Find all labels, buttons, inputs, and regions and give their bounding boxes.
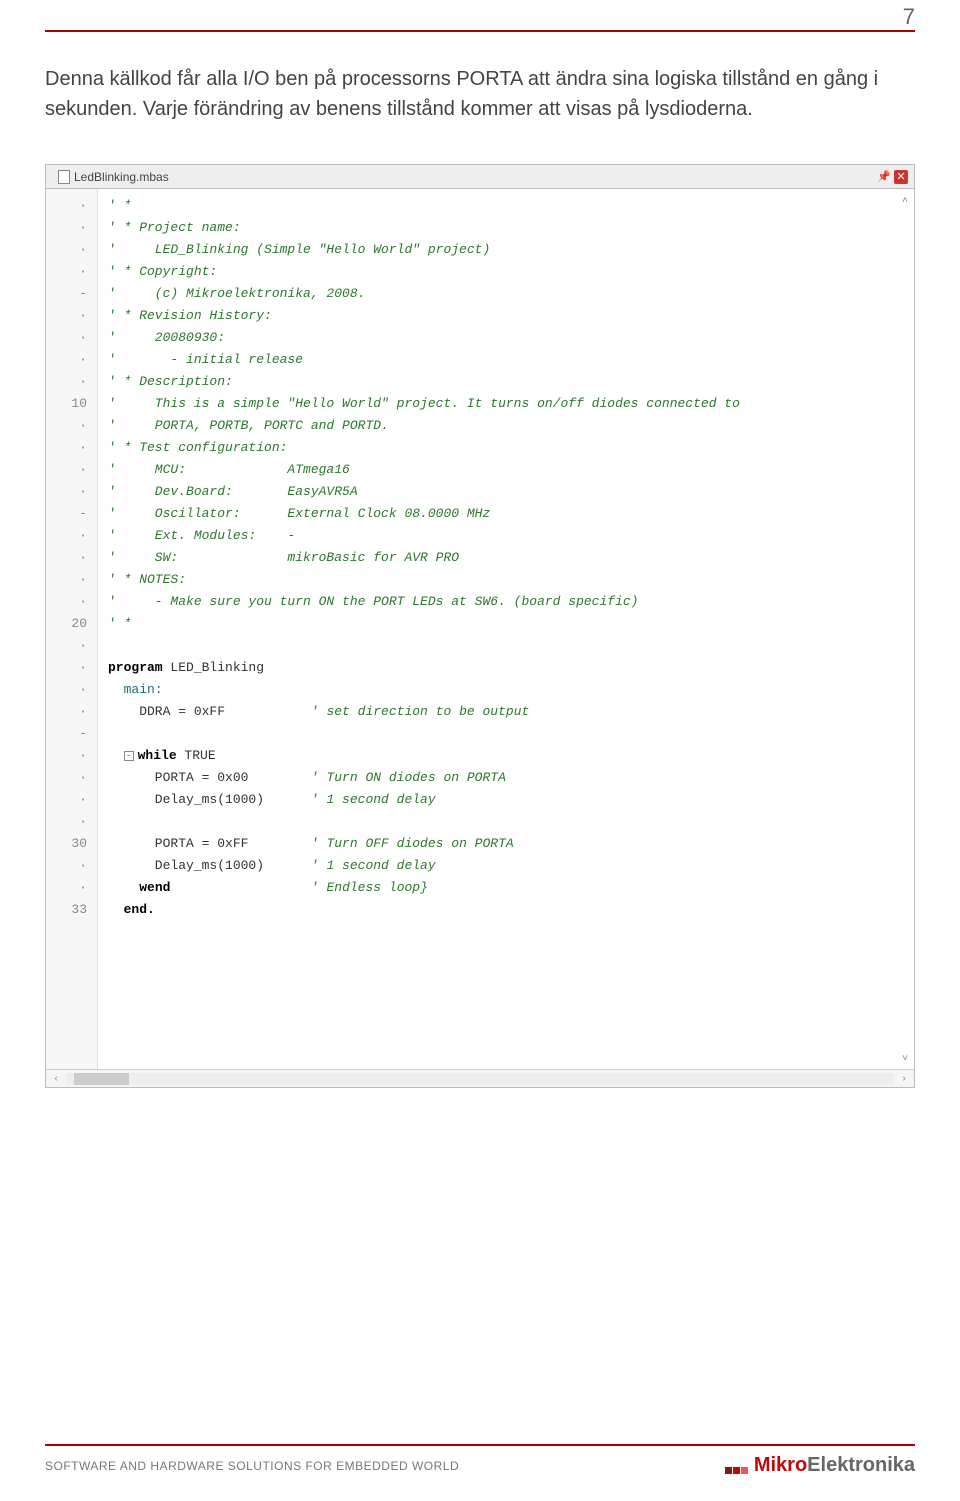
code-line: ' - Make sure you turn ON the PORT LEDs … [108,591,914,613]
scroll-thumb[interactable] [74,1073,129,1085]
code-line: program LED_Blinking [108,657,914,679]
code-line: ' This is a simple "Hello World" project… [108,393,914,415]
code-line: ' SW: mikroBasic for AVR PRO [108,547,914,569]
tab-filename: LedBlinking.mbas [74,170,169,184]
fold-toggle[interactable]: - [124,751,134,761]
code-line: DDRA = 0xFF ' set direction to be output [108,701,914,723]
code-line: ' * Copyright: [108,261,914,283]
code-line: ' * NOTES: [108,569,914,591]
code-line: ' 20080930: [108,327,914,349]
code-line: ' * Test configuration: [108,437,914,459]
brand-red: Mikro [754,1454,807,1477]
footer-text: SOFTWARE AND HARDWARE SOLUTIONS FOR EMBE… [45,1459,459,1473]
scroll-track[interactable] [66,1073,894,1085]
brand-icon [725,1467,748,1474]
scroll-down-icon[interactable]: ˅ [898,1051,912,1065]
close-icon[interactable]: ✕ [894,170,908,184]
code-line: ' * Project name: [108,217,914,239]
line-gutter: ····-····10····-····20····-····30··33 [46,189,98,1069]
brand-gray: Elektronika [807,1454,915,1477]
code-line: main: [108,679,914,701]
code-line: ' LED_Blinking (Simple "Hello World" pro… [108,239,914,261]
horizontal-scrollbar[interactable]: ‹ › [46,1069,914,1087]
brand-logo: MikroElektronika [725,1454,915,1477]
scroll-right-icon[interactable]: › [897,1072,911,1086]
code-line: ' * Description: [108,371,914,393]
code-line: Delay_ms(1000) ' 1 second delay [108,789,914,811]
scroll-up-icon[interactable]: ˄ [898,193,912,207]
code-line [108,723,914,745]
code-line: ' * Revision History: [108,305,914,327]
page-number: 7 [903,4,915,30]
code-line: ' PORTA, PORTB, PORTC and PORTD. [108,415,914,437]
pin-icon[interactable]: 📌 [877,170,891,184]
code-line [108,635,914,657]
code-line: ' * [108,613,914,635]
code-line: ' MCU: ATmega16 [108,459,914,481]
file-icon [58,170,70,184]
code-line: ' * [108,195,914,217]
code-editor: LedBlinking.mbas 📌 ✕ ····-····10····-···… [45,164,915,1088]
code-line [108,811,914,833]
page-footer: SOFTWARE AND HARDWARE SOLUTIONS FOR EMBE… [45,1444,915,1477]
code-line: ' - initial release [108,349,914,371]
code-line: ' Dev.Board: EasyAVR5A [108,481,914,503]
code-line: Delay_ms(1000) ' 1 second delay [108,855,914,877]
code-line: PORTA = 0xFF ' Turn OFF diodes on PORTA [108,833,914,855]
editor-tab-bar: LedBlinking.mbas 📌 ✕ [46,165,914,189]
code-line: PORTA = 0x00 ' Turn ON diodes on PORTA [108,767,914,789]
intro-paragraph: Denna källkod får alla I/O ben på proces… [45,64,915,124]
file-tab[interactable]: LedBlinking.mbas [52,168,175,186]
code-line: wend ' Endless loop} [108,877,914,899]
code-line: ' (c) Mikroelektronika, 2008. [108,283,914,305]
code-line: ' Ext. Modules: - [108,525,914,547]
code-line: -while TRUE [108,745,914,767]
code-line: ' Oscillator: External Clock 08.0000 MHz [108,503,914,525]
code-body[interactable]: ' *' * Project name:' LED_Blinking (Simp… [98,189,914,1069]
code-line: end. [108,899,914,921]
scroll-left-icon[interactable]: ‹ [49,1072,63,1086]
